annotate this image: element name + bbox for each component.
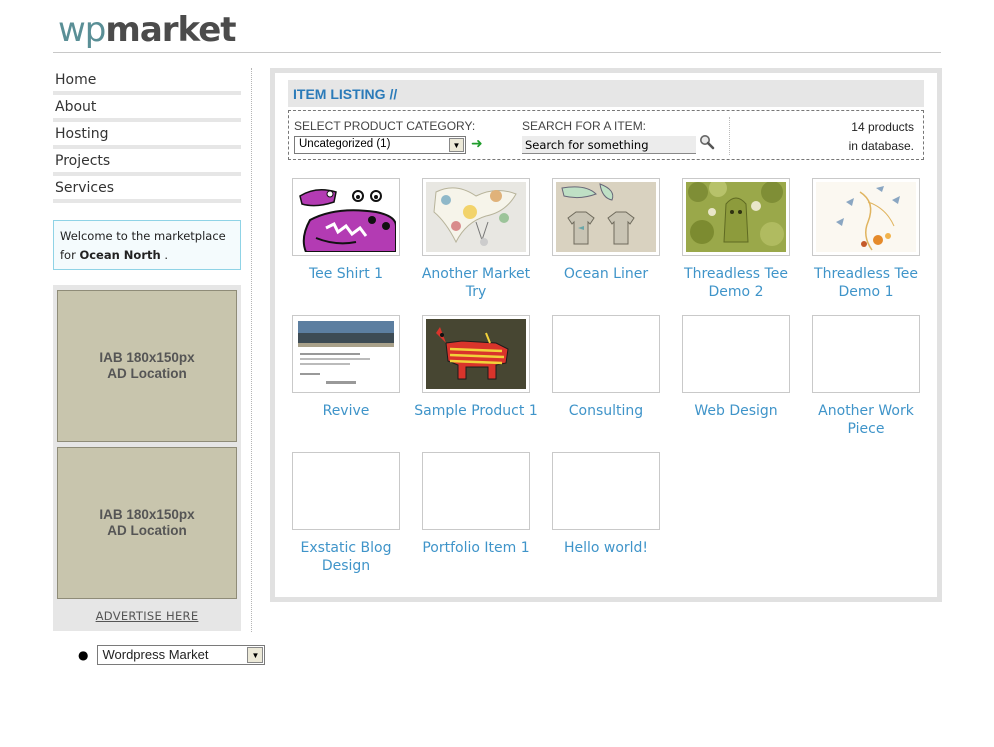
product-card[interactable]: Ocean Liner [552, 178, 660, 315]
category-select[interactable]: Uncategorized (1) ▼ [294, 136, 466, 154]
blog-select-value: Wordpress Market [102, 647, 209, 662]
ad-slot-2[interactable]: IAB 180x150px AD Location [57, 447, 237, 599]
product-card[interactable]: Another Market Try [422, 178, 530, 315]
welcome-name: Ocean North [79, 248, 161, 262]
product-title-link[interactable]: Exstatic Blog Design [281, 539, 411, 575]
product-count-line1: 14 products [851, 120, 914, 134]
product-card[interactable]: Threadless Tee Demo 2 [682, 178, 790, 315]
product-thumbnail[interactable] [812, 178, 920, 256]
product-title-link[interactable]: Another Work Piece [801, 402, 931, 438]
ad-slot-1[interactable]: IAB 180x150px AD Location [57, 290, 237, 442]
product-thumbnail[interactable] [292, 315, 400, 393]
product-title-link[interactable]: Threadless Tee Demo 2 [671, 265, 801, 301]
product-title-link[interactable]: Hello world! [541, 539, 671, 557]
product-thumbnail[interactable] [422, 452, 530, 530]
product-card[interactable]: Exstatic Blog Design [292, 452, 400, 589]
ad-size-label: IAB 180x150px [99, 507, 195, 522]
ad-location-label: AD Location [107, 523, 187, 538]
product-card[interactable]: Another Work Piece [812, 315, 920, 452]
header-divider [53, 52, 941, 53]
category-label: SELECT PRODUCT CATEGORY: [294, 119, 476, 133]
product-title-link[interactable]: Sample Product 1 [411, 402, 541, 420]
product-thumbnail[interactable] [552, 452, 660, 530]
ad-panel: IAB 180x150px AD Location IAB 180x150px … [53, 285, 241, 631]
product-title-link[interactable]: Tee Shirt 1 [281, 265, 411, 283]
product-card[interactable]: Web Design [682, 315, 790, 452]
product-title-link[interactable]: Web Design [671, 402, 801, 420]
search-label: SEARCH FOR A ITEM: [522, 119, 647, 133]
go-arrow-icon[interactable]: ➜ [471, 136, 483, 152]
product-thumbnail[interactable] [292, 452, 400, 530]
sidebar-nav: Home About Hosting Projects Services [53, 68, 241, 203]
product-title-link[interactable]: Ocean Liner [541, 265, 671, 283]
product-card[interactable]: Revive [292, 315, 400, 452]
product-count: 14 products in database. [849, 118, 914, 156]
logo-market: market [105, 10, 236, 50]
product-title-link[interactable]: Portfolio Item 1 [411, 539, 541, 557]
nav-item-projects[interactable]: Projects [53, 149, 241, 176]
blog-select-row: ● Wordpress Market ▼ [78, 645, 266, 665]
search-input[interactable] [522, 136, 696, 154]
product-thumbnail[interactable] [552, 178, 660, 256]
product-card[interactable]: Tee Shirt 1 [292, 178, 400, 315]
filter-bar: SELECT PRODUCT CATEGORY: Uncategorized (… [288, 110, 924, 160]
chevron-down-icon[interactable]: ▼ [449, 138, 464, 152]
welcome-end: . [164, 248, 169, 262]
nav-item-services[interactable]: Services [53, 176, 241, 203]
advertise-here-link[interactable]: ADVERTISE HERE [53, 609, 241, 623]
product-card[interactable]: Sample Product 1 [414, 315, 538, 452]
product-grid: Tee Shirt 1 Another Market Try Ocean Liner… [292, 178, 932, 589]
logo-wp: wp [58, 10, 106, 50]
welcome-box: Welcome to the marketplace for Ocean Nor… [53, 220, 241, 270]
blog-select[interactable]: Wordpress Market ▼ [97, 645, 266, 665]
bullet-icon: ● [78, 648, 89, 662]
product-title-link[interactable]: Consulting [541, 402, 671, 420]
column-divider [251, 68, 252, 632]
product-thumbnail[interactable] [552, 315, 660, 393]
search-icon[interactable] [699, 134, 715, 150]
nav-item-about[interactable]: About [53, 95, 241, 122]
product-thumbnail[interactable] [422, 178, 530, 256]
product-thumbnail[interactable] [682, 315, 790, 393]
product-thumbnail[interactable] [422, 315, 530, 393]
nav-item-hosting[interactable]: Hosting [53, 122, 241, 149]
chevron-down-icon[interactable]: ▼ [247, 647, 264, 663]
listing-heading: ITEM LISTING // [288, 80, 924, 107]
product-count-line2: in database. [848, 139, 914, 153]
product-title-link[interactable]: Another Market Try [411, 265, 541, 301]
product-card[interactable]: Portfolio Item 1 [422, 452, 530, 589]
product-card[interactable]: Hello world! [552, 452, 660, 589]
product-thumbnail[interactable] [682, 178, 790, 256]
product-card[interactable]: Consulting [552, 315, 660, 452]
product-thumbnail[interactable] [812, 315, 920, 393]
product-title-link[interactable]: Threadless Tee Demo 1 [801, 265, 931, 301]
site-logo[interactable]: wpmarket [58, 10, 237, 50]
product-thumbnail[interactable] [292, 178, 400, 256]
filter-divider [729, 117, 730, 155]
product-title-link[interactable]: Revive [281, 402, 411, 420]
ad-size-label: IAB 180x150px [99, 350, 195, 365]
product-card[interactable]: Threadless Tee Demo 1 [812, 178, 920, 315]
item-listing-panel: ITEM LISTING // SELECT PRODUCT CATEGORY:… [270, 68, 942, 602]
nav-item-home[interactable]: Home [53, 68, 241, 95]
ad-location-label: AD Location [107, 366, 187, 381]
category-select-value: Uncategorized (1) [299, 138, 391, 150]
